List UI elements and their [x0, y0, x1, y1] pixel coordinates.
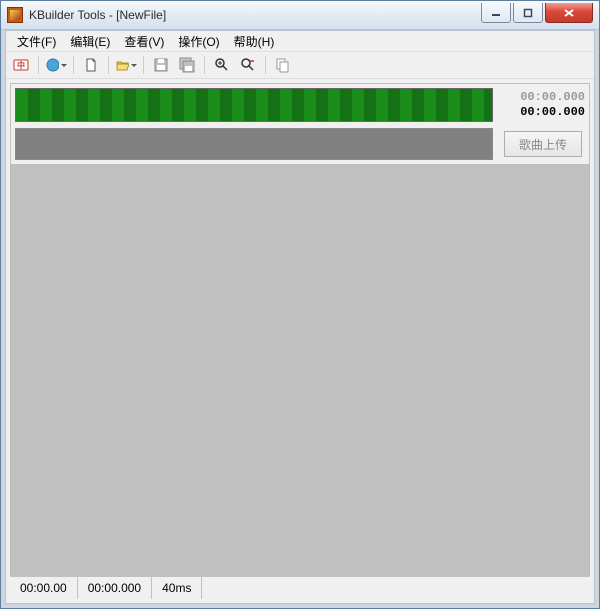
toolbar: 中: [6, 52, 594, 79]
app-icon: [7, 7, 23, 23]
statusbar: 00:00.00 00:00.000 40ms: [10, 576, 590, 599]
open-folder-icon: [115, 57, 129, 73]
close-icon: [563, 8, 575, 18]
timeline-panel: 00:00.000 00:00.000 歌曲上传: [10, 83, 590, 165]
workspace[interactable]: [10, 165, 590, 576]
copy-icon: [275, 57, 291, 73]
status-time-a: 00:00.00: [10, 577, 78, 599]
toolbar-separator: [108, 56, 109, 74]
find-replace-icon: [240, 57, 256, 73]
menu-view[interactable]: 查看(V): [117, 31, 171, 52]
save-button[interactable]: [150, 54, 172, 76]
titlebar[interactable]: KBuilder Tools - [NewFile]: [1, 1, 599, 30]
upload-wrap: 歌曲上传: [501, 128, 585, 160]
toolbar-separator: [73, 56, 74, 74]
menubar: 文件(F) 编辑(E) 查看(V) 操作(O) 帮助(H): [6, 31, 594, 52]
maximize-icon: [523, 8, 533, 18]
lang-icon: 中: [13, 57, 29, 73]
time-end: 00:00.000: [501, 105, 585, 120]
new-file-icon: [83, 57, 99, 73]
minimize-icon: [491, 8, 501, 18]
find-button[interactable]: [211, 54, 233, 76]
toolbar-separator: [38, 56, 39, 74]
menu-help[interactable]: 帮助(H): [227, 31, 282, 52]
menu-edit[interactable]: 编辑(E): [63, 31, 117, 52]
status-time-b: 00:00.000: [78, 577, 152, 599]
lyrics-bar[interactable]: [15, 128, 493, 160]
menu-operation[interactable]: 操作(O): [171, 31, 226, 52]
toolbar-separator: [204, 56, 205, 74]
globe-icon: [45, 57, 59, 73]
find-replace-button[interactable]: [237, 54, 259, 76]
lang-button[interactable]: 中: [10, 54, 32, 76]
svg-text:中: 中: [17, 60, 25, 70]
window-title: KBuilder Tools - [NewFile]: [29, 8, 481, 22]
close-button[interactable]: [545, 3, 593, 23]
waveform-bar[interactable]: [15, 88, 493, 122]
menu-file[interactable]: 文件(F): [10, 31, 63, 52]
save-all-icon: [179, 57, 195, 73]
minimize-button[interactable]: [481, 3, 511, 23]
app-window: KBuilder Tools - [NewFile] 文件(F) 编辑(E) 查…: [0, 0, 600, 609]
client-area: 文件(F) 编辑(E) 查看(V) 操作(O) 帮助(H) 中: [5, 30, 595, 604]
window-controls: [481, 3, 597, 23]
status-interval: 40ms: [152, 577, 202, 599]
save-icon: [153, 57, 169, 73]
toolbar-separator: [265, 56, 266, 74]
globe-button[interactable]: [45, 54, 67, 76]
find-icon: [214, 57, 230, 73]
time-start: 00:00.000: [501, 90, 585, 105]
upload-button[interactable]: 歌曲上传: [504, 131, 582, 157]
toolbar-separator: [143, 56, 144, 74]
maximize-button[interactable]: [513, 3, 543, 23]
save-all-button[interactable]: [176, 54, 198, 76]
new-file-button[interactable]: [80, 54, 102, 76]
time-display: 00:00.000 00:00.000: [501, 88, 585, 122]
open-button[interactable]: [115, 54, 137, 76]
copy-button[interactable]: [272, 54, 294, 76]
